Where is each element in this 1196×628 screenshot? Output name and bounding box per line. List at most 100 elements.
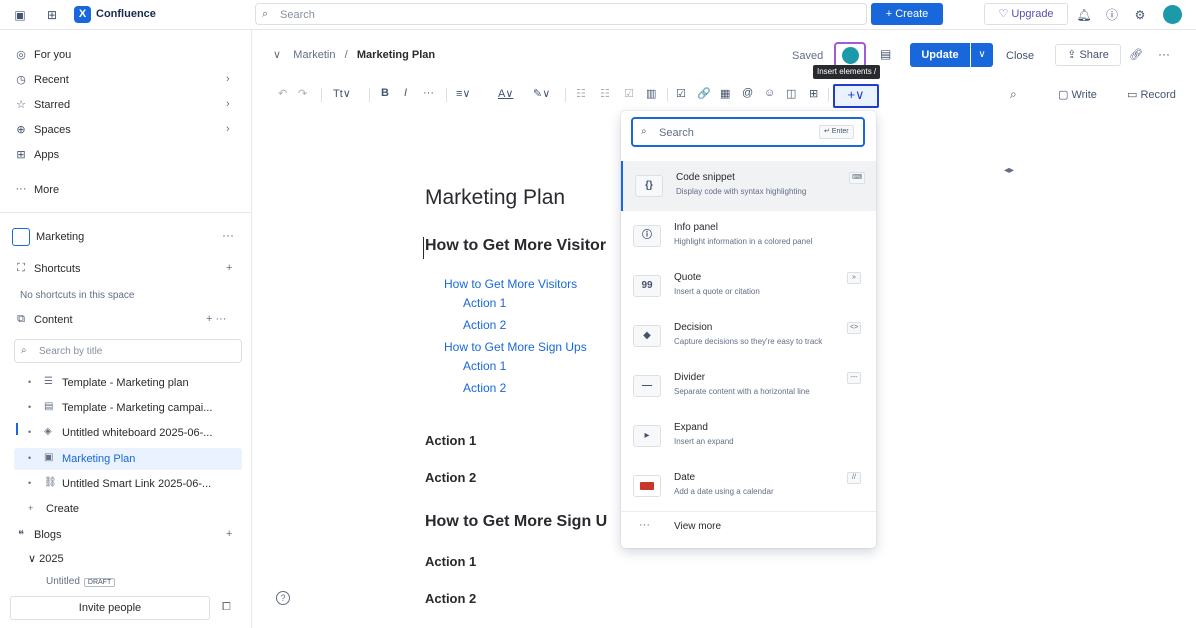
settings-gear-icon[interactable]: ⚙ — [1132, 7, 1148, 23]
tree-search-input[interactable]: ⌕ Search by title — [14, 339, 242, 363]
more-formatting-icon[interactable]: ··· — [423, 87, 434, 99]
sidebar-item-blogs[interactable]: ❝ Blogs + — [0, 524, 250, 546]
text-color-dropdown[interactable]: A∨ — [498, 87, 513, 100]
task-list-icon[interactable]: ☑ — [624, 87, 634, 100]
menu-item-expand[interactable]: ▸ Expand Insert an expand — [621, 411, 876, 461]
add-blog-icon[interactable]: + — [226, 528, 232, 540]
space-more-icon[interactable]: ··· — [222, 228, 234, 242]
italic-icon[interactable]: I — [404, 87, 407, 99]
toc-link[interactable]: Action 1 — [463, 359, 506, 373]
expand-chevron-icon[interactable]: • — [28, 453, 31, 463]
toc-link[interactable]: How to Get More Visitors — [444, 277, 577, 291]
bullet-list-icon[interactable]: ☷ — [576, 87, 586, 100]
help-icon[interactable]: ? — [276, 591, 290, 605]
action-item-icon[interactable]: ☑ — [676, 87, 686, 100]
chevron-right-icon[interactable]: › — [226, 73, 230, 85]
bold-icon[interactable]: B — [381, 87, 389, 99]
sidebar-item-spaces[interactable]: ⊕ Spaces › — [0, 119, 250, 141]
heading-visitors[interactable]: How to Get More Visitor — [425, 237, 606, 255]
share-button[interactable]: ⇪ Share — [1055, 44, 1121, 66]
insert-elements-button[interactable]: +∨ — [833, 84, 879, 108]
confluence-logo-icon[interactable]: X — [74, 6, 91, 23]
emoji-icon[interactable]: ☺ — [764, 87, 775, 99]
text-style-dropdown[interactable]: Tt∨ — [333, 87, 351, 100]
app-name[interactable]: Confluence — [96, 8, 156, 20]
upgrade-button[interactable]: ♡ Upgrade — [984, 3, 1068, 25]
toc-link[interactable]: Action 1 — [463, 296, 506, 310]
link-icon[interactable]: 🔗 — [697, 87, 711, 100]
table-columns-icon[interactable]: ◫ — [786, 87, 796, 100]
update-options-chevron-icon[interactable]: ∨ — [971, 43, 993, 67]
app-switcher-icon[interactable]: ⊞ — [44, 7, 60, 23]
image-icon[interactable]: ▦ — [720, 87, 730, 100]
sidebar-toggle-icon[interactable]: ▣ — [12, 7, 28, 23]
expand-chevron-icon[interactable]: • — [28, 427, 31, 437]
heading-signups[interactable]: How to Get More Sign U — [425, 513, 607, 531]
table-icon[interactable]: ⊞ — [809, 87, 818, 100]
sidebar-item-content[interactable]: ⧉ Content + ··· — [0, 309, 250, 331]
more-actions-icon[interactable]: ··· — [1158, 47, 1170, 61]
menu-item-info-panel[interactable]: ⓘ Info panel Highlight information in a … — [621, 211, 876, 261]
update-button[interactable]: Update — [910, 43, 970, 67]
sidebar-item-for-you[interactable]: ◎ For you — [0, 44, 250, 66]
page-title[interactable]: Marketing Plan — [425, 186, 565, 210]
invite-people-button[interactable]: Invite people — [10, 596, 210, 620]
collapse-chevron-icon[interactable]: ∨ — [273, 49, 281, 61]
layout-icon[interactable]: ▥ — [646, 87, 656, 100]
tree-item[interactable]: • ⛓ Untitled Smart Link 2025-06-... — [14, 473, 242, 495]
toc-link[interactable]: How to Get More Sign Ups — [444, 340, 587, 354]
heading-action[interactable]: Action 2 — [425, 470, 476, 485]
tree-item[interactable]: • ▤ Template - Marketing campai... — [14, 397, 242, 419]
tree-item[interactable]: • ☰ Template - Marketing plan — [14, 372, 242, 394]
heading-action[interactable]: Action 1 — [425, 554, 476, 569]
draft-blog-item[interactable]: Untitled DRAFT — [46, 576, 116, 587]
view-more-button[interactable]: ··· View more — [621, 511, 876, 541]
undo-icon[interactable]: ↶ — [278, 87, 287, 100]
find-replace-icon[interactable]: ⌕ — [1010, 87, 1017, 102]
user-avatar[interactable] — [1163, 5, 1182, 24]
heading-action[interactable]: Action 1 — [425, 433, 476, 448]
global-search-input[interactable]: ⌕ Search — [255, 3, 867, 25]
menu-item-divider[interactable]: — Divider Separate content with a horizo… — [621, 361, 876, 411]
notifications-bell-icon[interactable]: 🔔︎ — [1076, 7, 1092, 23]
add-content-icon[interactable]: + ··· — [206, 313, 226, 325]
tree-item-active[interactable]: • ▣ Marketing Plan — [14, 448, 242, 470]
menu-item-quote[interactable]: 99 Quote Insert a quote or citation » — [621, 261, 876, 311]
sidebar-item-recent[interactable]: ◷ Recent › — [0, 69, 250, 91]
add-shortcut-icon[interactable]: + — [226, 262, 232, 274]
chevron-right-icon[interactable]: › — [226, 98, 230, 110]
close-button[interactable]: Close — [1006, 50, 1034, 62]
expand-chevron-icon[interactable]: • — [28, 377, 31, 387]
align-dropdown[interactable]: ≡∨ — [456, 87, 470, 100]
numbered-list-icon[interactable]: ☷ — [600, 87, 610, 100]
create-button[interactable]: + Create — [871, 3, 943, 25]
toc-link[interactable]: Action 2 — [463, 318, 506, 332]
sidebar-item-more[interactable]: ··· More — [0, 179, 250, 201]
tree-item[interactable]: • ◈ Untitled whiteboard 2025-06-... — [14, 422, 242, 444]
write-button[interactable]: ▢ Write — [1058, 88, 1097, 101]
expand-width-icon[interactable]: ◂▸ — [1004, 165, 1014, 176]
expand-chevron-icon[interactable]: • — [28, 402, 31, 412]
copy-link-icon[interactable]: 🔗︎ — [1129, 48, 1143, 61]
toc-link[interactable]: Action 2 — [463, 381, 506, 395]
expand-chevron-icon[interactable]: • — [28, 478, 31, 488]
heading-action[interactable]: Action 2 — [425, 591, 476, 606]
insert-search-input[interactable]: ⌕ Search ↵ Enter — [631, 117, 865, 147]
menu-item-decision[interactable]: ◆ Decision Capture decisions so they're … — [621, 311, 876, 361]
breadcrumb-parent[interactable]: Marketin — [293, 49, 335, 61]
chevron-right-icon[interactable]: › — [226, 123, 230, 135]
menu-item-date[interactable]: Date Add a date using a calendar // — [621, 461, 876, 511]
breadcrumb-current[interactable]: Marketing Plan — [357, 49, 435, 61]
mention-icon[interactable]: @ — [742, 87, 753, 99]
blog-year-item[interactable]: ∨ 2025 — [28, 552, 64, 565]
template-icon[interactable]: ▤ — [880, 47, 891, 61]
feedback-icon[interactable]: ⧠ — [222, 601, 231, 614]
sidebar-item-shortcuts[interactable]: ⛶ Shortcuts + — [0, 258, 250, 280]
record-button[interactable]: ▭ Record — [1127, 88, 1176, 101]
tree-item-create[interactable]: + Create — [14, 498, 242, 520]
sidebar-item-starred[interactable]: ☆ Starred › — [0, 94, 250, 116]
highlight-dropdown[interactable]: ✎∨ — [533, 87, 550, 100]
help-icon[interactable]: ⓘ — [1104, 7, 1120, 23]
sidebar-item-apps[interactable]: ⊞ Apps — [0, 144, 250, 166]
space-name[interactable]: Marketing — [36, 231, 84, 243]
